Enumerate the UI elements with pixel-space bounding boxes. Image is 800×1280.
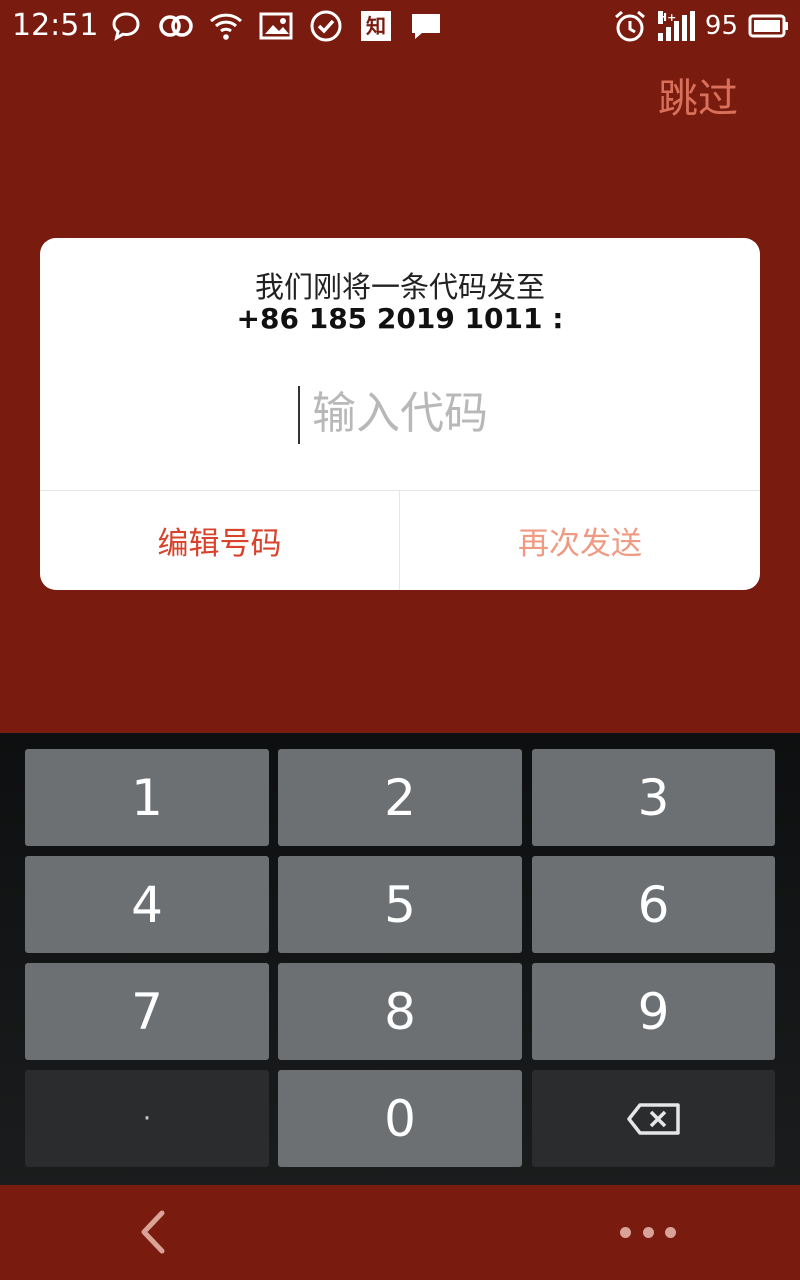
key-0[interactable]: 0	[278, 1070, 522, 1167]
battery-level: 95	[704, 11, 738, 41]
code-input[interactable]	[160, 378, 640, 448]
resend-button[interactable]: 再次发送	[400, 491, 760, 590]
chat-bubble-icon	[108, 8, 144, 44]
more-dots-icon[interactable]	[620, 1207, 676, 1257]
key-7[interactable]: 7	[25, 963, 269, 1060]
text-cursor	[298, 386, 300, 444]
wifi-icon	[208, 8, 244, 44]
key-9[interactable]: 9	[532, 963, 775, 1060]
key-dot[interactable]: ·	[25, 1070, 269, 1167]
check-circle-icon	[308, 8, 344, 44]
edit-number-button[interactable]: 编辑号码	[40, 491, 399, 590]
key-6[interactable]: 6	[532, 856, 775, 953]
key-2[interactable]: 2	[278, 749, 522, 846]
signal-icon: H+	[657, 11, 695, 41]
key-5[interactable]: 5	[278, 856, 522, 953]
battery-icon	[748, 8, 790, 44]
key-4[interactable]: 4	[25, 856, 269, 953]
backspace-icon	[626, 1090, 682, 1148]
message-line-1: 我们刚将一条代码发至	[254, 270, 545, 304]
verification-dialog: 我们刚将一条代码发至 +86 185 2019 1011 : 编辑号码 再次发送	[40, 238, 760, 590]
key-1[interactable]: 1	[25, 749, 269, 846]
key-3[interactable]: 3	[532, 749, 775, 846]
backspace-key[interactable]	[532, 1070, 775, 1167]
key-8[interactable]: 8	[278, 963, 522, 1060]
message-icon	[408, 8, 444, 44]
zhihu-icon: 知	[358, 8, 394, 44]
back-chevron-icon[interactable]	[130, 1207, 180, 1257]
notification-icons: 知	[108, 8, 444, 44]
phone-number: +86 185 2019 1011 :	[236, 302, 564, 335]
bottom-navigation	[0, 1185, 800, 1280]
skip-button[interactable]: 跳过	[658, 66, 738, 124]
status-time: 12:51	[12, 8, 99, 43]
numeric-keypad: 1 2 3 4 5 6 7 8 9 · 0	[0, 733, 800, 1185]
status-bar: 12:51 知 H+ 95	[0, 0, 800, 52]
alarm-icon	[612, 8, 648, 44]
image-icon	[258, 8, 294, 44]
double-circle-icon	[158, 8, 194, 44]
system-icons: H+ 95	[612, 8, 790, 44]
